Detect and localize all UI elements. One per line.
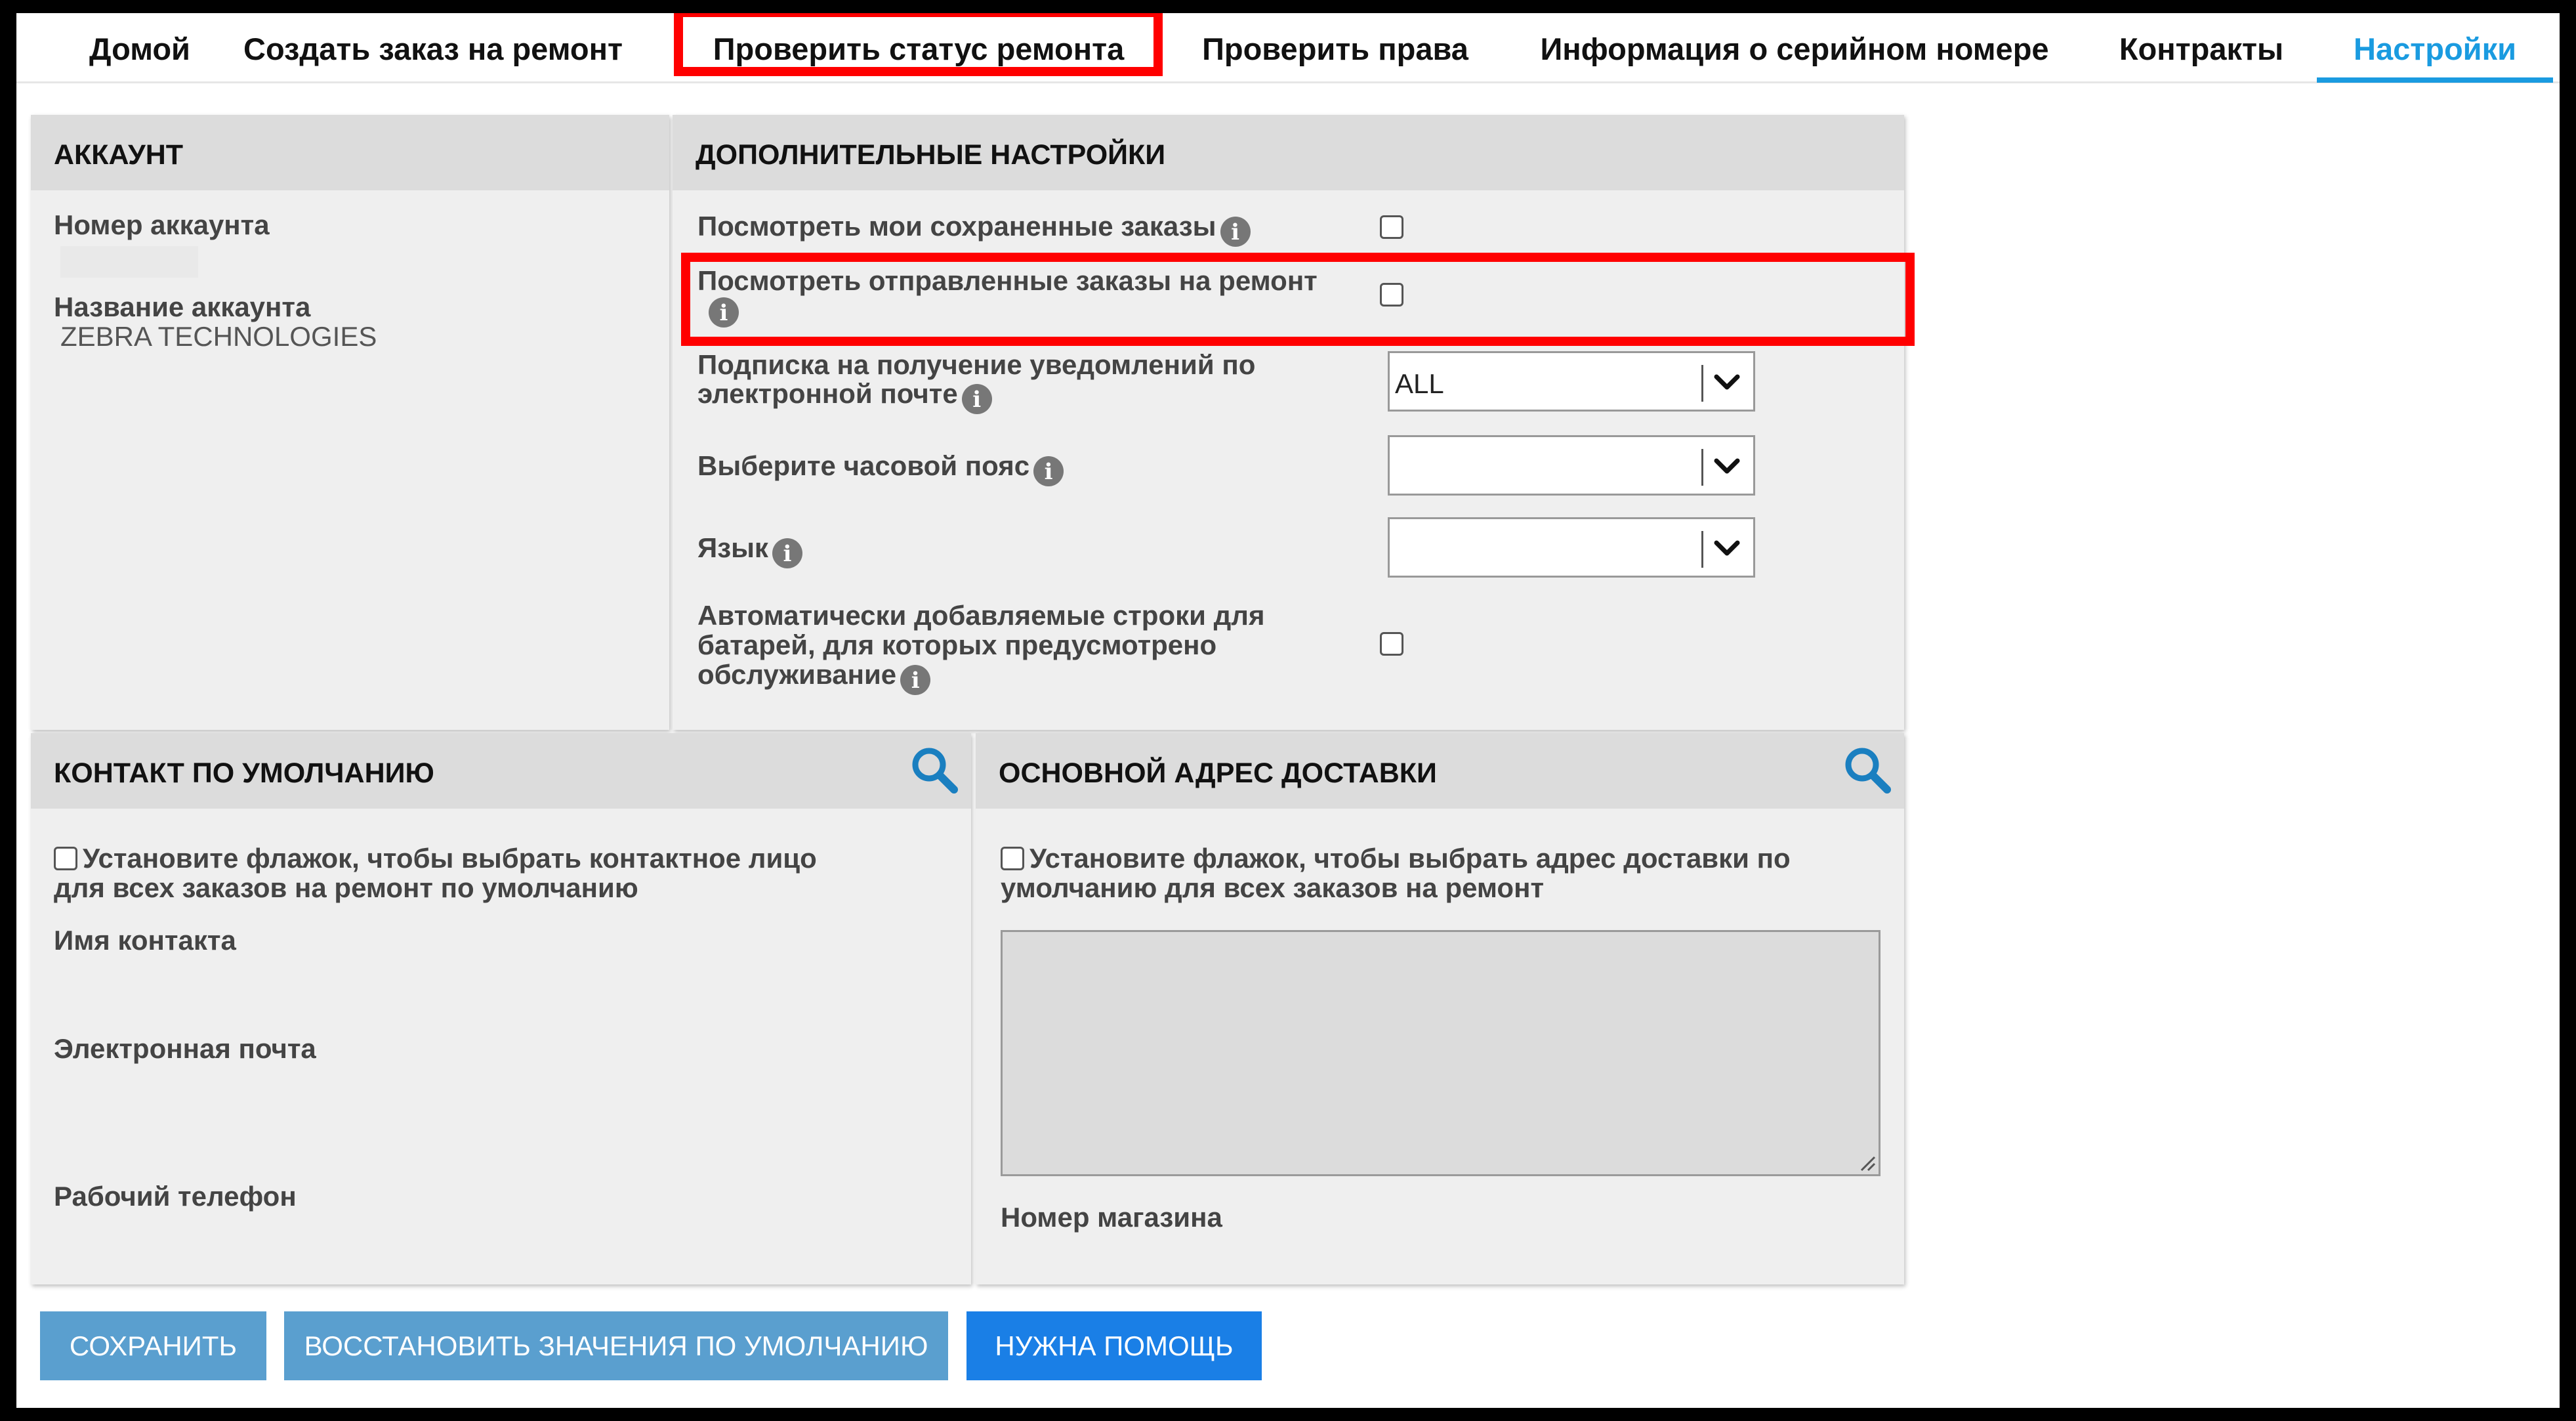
- select-separator: [1701, 365, 1703, 402]
- default-contact-checkbox-text: Установите флажок, чтобы выбрать контакт…: [83, 843, 817, 874]
- sent-orders-label: Посмотреть отправленные заказы на ремонт: [697, 265, 1318, 296]
- top-nav: Домой Создать заказ на ремонт Проверить …: [16, 13, 2560, 83]
- tab-create-repair-order[interactable]: Создать заказ на ремонт: [239, 13, 627, 82]
- select-separator: [1701, 449, 1703, 486]
- email-subscription-text: электронной почте: [697, 378, 958, 409]
- contact-name-label: Имя контакта: [54, 925, 236, 956]
- email-subscription-select[interactable]: ALL: [1388, 351, 1755, 412]
- account-panel: АККАУНТ Номер аккаунта Название аккаунта…: [31, 115, 669, 730]
- email-subscription-value: ALL: [1395, 368, 1444, 399]
- tab-check-repair-status[interactable]: Проверить статус ремонта: [679, 13, 1158, 82]
- tab-serial-number-info[interactable]: Информация о серийном номере: [1526, 13, 2064, 82]
- sent-orders-checkbox[interactable]: [1380, 283, 1403, 307]
- account-name-value: ZEBRA TECHNOLOGIES: [60, 321, 377, 352]
- battery-auto-add-checkbox[interactable]: [1380, 632, 1403, 656]
- default-contact-checkbox[interactable]: [54, 847, 77, 870]
- active-tab-indicator: [2317, 77, 2553, 83]
- default-contact-panel: КОНТАКТ ПО УМОЛЧАНИЮ Установите флажок, …: [31, 733, 971, 1284]
- saved-orders-checkbox[interactable]: [1380, 215, 1403, 239]
- save-button[interactable]: СОХРАНИТЬ: [40, 1311, 266, 1380]
- language-label: Язык i: [697, 533, 802, 568]
- account-panel-header: АККАУНТ: [31, 115, 669, 190]
- search-icon[interactable]: [1842, 745, 1892, 795]
- email-subscription-label-line1: Подписка на получение уведомлений по: [697, 349, 1256, 380]
- tab-contracts[interactable]: Контракты: [2103, 13, 2300, 82]
- info-icon[interactable]: i: [709, 297, 739, 328]
- battery-label-line2: батарей, для которых предусмотрено: [697, 629, 1217, 660]
- chevron-down-icon: [1714, 540, 1740, 556]
- tab-settings[interactable]: Настройки: [2317, 13, 2553, 82]
- select-separator: [1701, 531, 1703, 568]
- advanced-settings-panel: ДОПОЛНИТЕЛЬНЫЕ НАСТРОЙКИ Посмотреть мои …: [673, 115, 1904, 730]
- resize-handle-icon[interactable]: [1856, 1152, 1876, 1172]
- language-text: Язык: [697, 532, 768, 563]
- need-help-button[interactable]: НУЖНА ПОМОЩЬ: [966, 1311, 1262, 1380]
- default-contact-title: КОНТАКТ ПО УМОЛЧАНИЮ: [54, 757, 434, 789]
- account-panel-title: АККАУНТ: [54, 139, 184, 171]
- info-icon[interactable]: i: [1220, 217, 1251, 247]
- default-contact-header: КОНТАКТ ПО УМОЛЧАНИЮ: [31, 733, 971, 809]
- shipping-checkbox-text: Установите флажок, чтобы выбрать адрес д…: [1029, 843, 1791, 874]
- advanced-settings-header: ДОПОЛНИТЕЛЬНЫЕ НАСТРОЙКИ: [673, 115, 1904, 190]
- shipping-address-panel: ОСНОВНОЙ АДРЕС ДОСТАВКИ Установите флажо…: [976, 733, 1904, 1284]
- default-contact-checkbox-row: Установите флажок, чтобы выбрать контакт…: [54, 843, 817, 874]
- saved-orders-text: Посмотреть мои сохраненные заказы: [697, 211, 1216, 242]
- battery-label-line1: Автоматически добавляемые строки для: [697, 600, 1265, 631]
- contact-phone-label: Рабочий телефон: [54, 1181, 297, 1212]
- contact-email-label: Электронная почта: [54, 1033, 316, 1064]
- saved-orders-label: Посмотреть мои сохраненные заказы i: [697, 211, 1251, 247]
- timezone-select[interactable]: [1388, 435, 1755, 496]
- info-icon[interactable]: i: [772, 538, 802, 568]
- search-icon[interactable]: [909, 745, 959, 795]
- account-number-label: Номер аккаунта: [54, 209, 270, 240]
- battery-label-line3: обслуживание i: [697, 659, 931, 695]
- battery-text: обслуживание: [697, 659, 897, 690]
- shipping-default-checkbox[interactable]: [1001, 847, 1024, 870]
- shipping-address-textarea[interactable]: [1001, 930, 1880, 1176]
- restore-defaults-button[interactable]: ВОССТАНОВИТЬ ЗНАЧЕНИЯ ПО УМОЛЧАНИЮ: [284, 1311, 948, 1380]
- app-frame: Домой Создать заказ на ремонт Проверить …: [16, 13, 2560, 1408]
- chevron-down-icon: [1714, 374, 1740, 390]
- account-name-label: Название аккаунта: [54, 291, 311, 322]
- timezone-text: Выберите часовой пояс: [697, 450, 1030, 481]
- store-number-label: Номер магазина: [1001, 1202, 1222, 1233]
- language-select[interactable]: [1388, 517, 1755, 578]
- tab-check-entitlement[interactable]: Проверить права: [1184, 13, 1486, 82]
- account-number-value: [60, 246, 198, 278]
- shipping-address-header: ОСНОВНОЙ АДРЕС ДОСТАВКИ: [976, 733, 1904, 809]
- shipping-checkbox-row: Установите флажок, чтобы выбрать адрес д…: [1001, 843, 1791, 874]
- advanced-settings-title: ДОПОЛНИТЕЛЬНЫЕ НАСТРОЙКИ: [696, 139, 1166, 171]
- timezone-label: Выберите часовой пояс i: [697, 451, 1064, 486]
- info-icon[interactable]: i: [1033, 456, 1064, 486]
- chevron-down-icon: [1714, 458, 1740, 474]
- info-icon[interactable]: i: [961, 384, 992, 414]
- tab-home[interactable]: Домой: [68, 13, 212, 82]
- info-icon[interactable]: i: [900, 665, 931, 695]
- shipping-address-title: ОСНОВНОЙ АДРЕС ДОСТАВКИ: [999, 757, 1437, 789]
- shipping-checkbox-text-line2: умолчанию для всех заказов на ремонт: [1001, 872, 1545, 903]
- nav-divider: [16, 81, 2560, 83]
- default-contact-checkbox-text-line2: для всех заказов на ремонт по умолчанию: [54, 872, 638, 903]
- email-subscription-label-line2: электронной почте i: [697, 379, 992, 414]
